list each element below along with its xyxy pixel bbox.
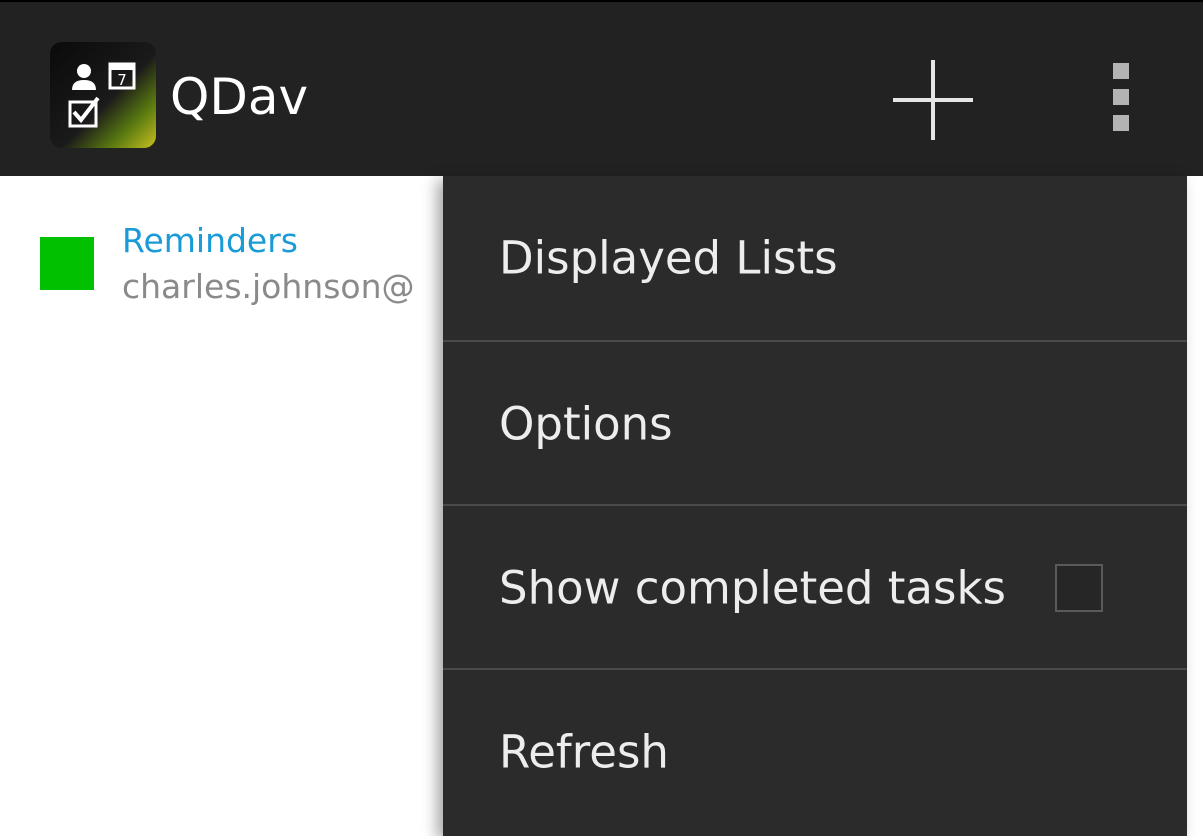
list-name: Reminders (122, 221, 298, 260)
menu-item-show-completed-tasks[interactable]: Show completed tasks (443, 504, 1187, 670)
action-bar: 7 QDav (0, 0, 1203, 176)
overflow-menu-button[interactable] (1095, 57, 1155, 137)
menu-item-label: Displayed Lists (499, 231, 838, 285)
plus-icon (893, 60, 973, 140)
add-button[interactable] (885, 52, 981, 148)
show-completed-checkbox[interactable] (1055, 564, 1103, 612)
menu-item-label: Show completed tasks (499, 561, 1006, 615)
app-title: QDav (170, 68, 309, 126)
app-logo-icon[interactable]: 7 (50, 42, 156, 148)
menu-item-label: Refresh (499, 725, 669, 779)
list-color-swatch (40, 237, 94, 290)
list-account: charles.johnson@ (122, 267, 415, 306)
svg-text:7: 7 (117, 71, 127, 89)
menu-item-displayed-lists[interactable]: Displayed Lists (443, 176, 1187, 340)
menu-item-refresh[interactable]: Refresh (443, 668, 1187, 834)
menu-item-options[interactable]: Options (443, 340, 1187, 506)
overflow-menu: Displayed Lists Options Show completed t… (443, 176, 1187, 836)
menu-item-label: Options (499, 397, 673, 451)
